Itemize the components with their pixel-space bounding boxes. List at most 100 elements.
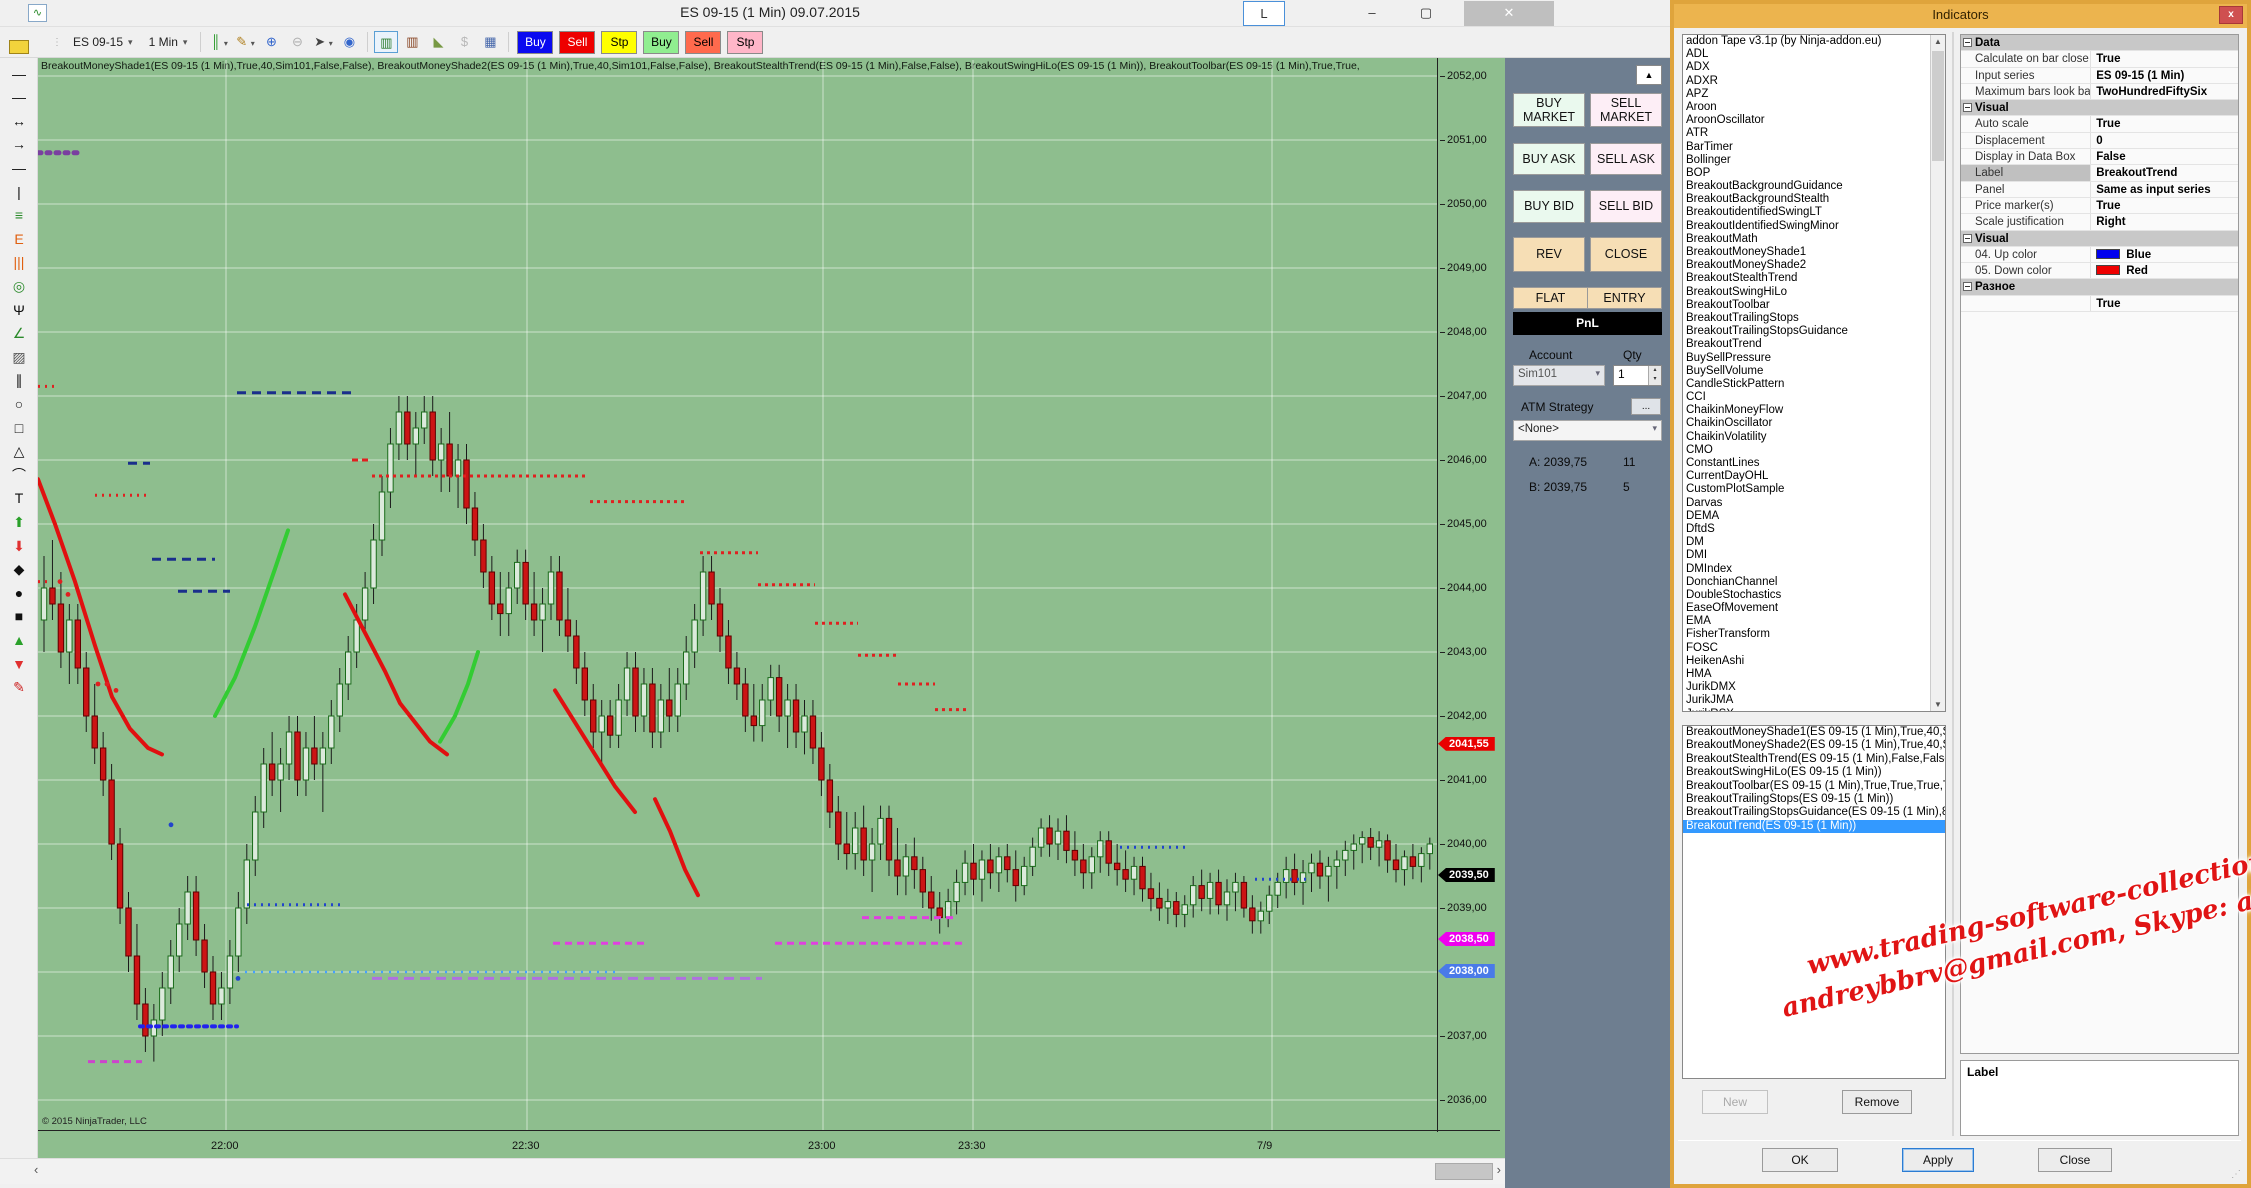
triangle-down-icon[interactable]: ▼ [7, 654, 31, 676]
indicator-list-item[interactable]: BreakoutBackgroundStealth [1683, 193, 1945, 206]
indicator-list-item[interactable]: BuySellPressure [1683, 352, 1945, 365]
atm-more-button[interactable]: ... [1631, 398, 1661, 415]
ellipse-icon[interactable]: ○ [7, 394, 31, 416]
interval-selector[interactable]: 1 Min ▾ [143, 33, 194, 51]
entry-button[interactable]: ENTRY [1587, 287, 1662, 309]
buy-market-button[interactable]: BUY MARKET [1513, 93, 1585, 127]
scrollbar-thumb[interactable] [1435, 1163, 1493, 1180]
fibonacci-extension-icon[interactable]: E [7, 229, 31, 251]
property-row[interactable]: LabelBreakoutTrend [1961, 165, 2238, 181]
indicator-list-item[interactable]: CMO [1683, 444, 1945, 457]
buy-ask-button[interactable]: BUY ASK [1513, 143, 1585, 175]
configured-indicator-item[interactable]: BreakoutTrend(ES 09-15 (1 Min)) [1683, 820, 1945, 833]
indicator-list[interactable]: addon Tape v3.1p (by Ninja-addon.eu)ADLA… [1682, 34, 1946, 712]
property-row[interactable]: Scale justificationRight [1961, 214, 2238, 230]
indicator-list-item[interactable]: Bollinger [1683, 154, 1945, 167]
indicator-list-item[interactable]: DonchianChannel [1683, 576, 1945, 589]
property-row[interactable]: Auto scaleTrue [1961, 116, 2238, 132]
bars-panel-icon[interactable]: ▥ [400, 31, 424, 53]
indicator-list-item[interactable]: BreakoutMath [1683, 233, 1945, 246]
indicator-list-item[interactable]: CurrentDayOHL [1683, 470, 1945, 483]
sell-bid-button[interactable]: SELL BID [1590, 190, 1662, 223]
close-dialog-button[interactable]: Close [2038, 1148, 2112, 1172]
indicator-list-item[interactable]: DM [1683, 536, 1945, 549]
indicator-list-item[interactable]: ADL [1683, 48, 1945, 61]
cursor-icon[interactable]: ➤ ▾ [311, 31, 335, 53]
sell-market-button[interactable]: SELL MARKET [1590, 93, 1662, 127]
property-row[interactable]: Display in Data BoxFalse [1961, 149, 2238, 165]
panel-splitter[interactable] [1952, 32, 1954, 1136]
parallel-channel-icon[interactable]: ∥ [7, 370, 31, 392]
triangle-icon[interactable]: △ [7, 441, 31, 463]
fibonacci-time-icon[interactable]: ||| [7, 252, 31, 274]
property-row[interactable]: 04. Up colorBlue [1961, 247, 2238, 263]
text-icon[interactable]: T [7, 488, 31, 510]
gann-fan-icon[interactable]: ∠ [7, 323, 31, 345]
indicator-list-item[interactable]: Darvas [1683, 497, 1945, 510]
indicator-list-item[interactable]: DftdS [1683, 523, 1945, 536]
configured-indicators-list[interactable]: BreakoutMoneyShade1(ES 09-15 (1 Min),Tru… [1682, 725, 1946, 1079]
vertical-line-icon[interactable]: | [7, 182, 31, 204]
configured-indicator-item[interactable]: BreakoutToolbar(ES 09-15 (1 Min),True,Tr… [1683, 780, 1945, 793]
dollar-icon[interactable]: $ [452, 31, 476, 53]
rectangle-icon[interactable]: □ [7, 418, 31, 440]
indicator-list-item[interactable]: BreakoutStealthTrend [1683, 272, 1945, 285]
quantity-stepper[interactable]: 1 ▴▾ [1613, 365, 1662, 386]
indicator-list-item[interactable]: BreakoutTrailingStopsGuidance [1683, 325, 1945, 338]
ok-button[interactable]: OK [1762, 1148, 1838, 1172]
fibonacci-circle-icon[interactable]: ◎ [7, 276, 31, 298]
horizontal-line-icon[interactable]: — [7, 158, 31, 180]
regression-channel-icon[interactable]: ▨ [7, 347, 31, 369]
indicator-list-item[interactable]: BreakoutTrend [1683, 338, 1945, 351]
quick-buy-button[interactable]: Buy [643, 31, 679, 54]
flat-button[interactable]: FLAT [1513, 287, 1588, 309]
indicator-list-item[interactable]: JurikRSX [1683, 708, 1945, 712]
indicator-list-item[interactable]: CCI [1683, 391, 1945, 404]
maximize-button[interactable]: ▢ [1406, 1, 1446, 26]
property-section-header[interactable]: Разное [1961, 279, 2238, 295]
new-button[interactable]: New [1702, 1090, 1768, 1114]
arc-icon[interactable]: ⌒ [7, 465, 31, 487]
indicator-list-scrollbar[interactable]: ▲ ▼ [1930, 35, 1945, 711]
property-row[interactable]: Maximum bars look baTwoHundredFiftySix [1961, 84, 2238, 100]
indicator-list-item[interactable]: APZ [1683, 88, 1945, 101]
indicator-list-item[interactable]: ChaikinOscillator [1683, 417, 1945, 430]
indicator-list-item[interactable]: Aroon [1683, 101, 1945, 114]
arrow-down-icon[interactable]: ⬇ [7, 536, 31, 558]
property-row[interactable]: 05. Down colorRed [1961, 263, 2238, 279]
atm-strategy-select[interactable]: <None> ▾ [1513, 420, 1662, 441]
property-row[interactable]: True [1961, 296, 2238, 312]
buy-bid-button[interactable]: BUY BID [1513, 190, 1585, 223]
indicator-list-item[interactable]: DMI [1683, 549, 1945, 562]
property-section-header[interactable]: Visual [1961, 100, 2238, 116]
configured-indicator-item[interactable]: BreakoutStealthTrend(ES 09-15 (1 Min),Fa… [1683, 753, 1945, 766]
arrow-line-icon[interactable]: → [7, 134, 31, 156]
zoom-in-icon[interactable]: ⊕ [259, 31, 283, 53]
resize-grip[interactable]: ⋰ [2231, 1169, 2241, 1180]
ruler-icon[interactable] [9, 40, 29, 54]
indicator-list-item[interactable]: BreakoutToolbar [1683, 299, 1945, 312]
indicator-list-item[interactable]: HMA [1683, 668, 1945, 681]
rev-button[interactable]: REV [1513, 237, 1585, 272]
property-row[interactable]: Price marker(s)True [1961, 198, 2238, 214]
property-row[interactable]: Calculate on bar closeTrue [1961, 51, 2238, 67]
indicator-list-item[interactable]: ATR [1683, 127, 1945, 140]
layout-button[interactable]: L [1243, 1, 1285, 26]
scrollbar-thumb[interactable] [1932, 51, 1944, 161]
collapse-panel-button[interactable]: ▲ [1636, 65, 1662, 85]
indicator-list-item[interactable]: DoubleStochastics [1683, 589, 1945, 602]
indicator-list-item[interactable]: ChaikinMoneyFlow [1683, 404, 1945, 417]
indicator-list-item[interactable]: BreakoutTrailingStops [1683, 312, 1945, 325]
configured-indicator-item[interactable]: BreakoutSwingHiLo(ES 09-15 (1 Min)) [1683, 766, 1945, 779]
property-row[interactable]: Displacement0 [1961, 133, 2238, 149]
indicator-list-item[interactable]: ADX [1683, 61, 1945, 74]
zoom-out-icon[interactable]: ⊖ [285, 31, 309, 53]
apply-button[interactable]: Apply [1902, 1148, 1974, 1172]
property-grid[interactable]: DataCalculate on bar closeTrueInput seri… [1960, 34, 2239, 1054]
dot-icon[interactable]: ● [7, 583, 31, 605]
indicator-list-item[interactable]: BreakoutMoneyShade1 [1683, 246, 1945, 259]
minimize-button[interactable]: – [1352, 1, 1392, 26]
extended-line-icon[interactable]: ↔ [7, 111, 31, 133]
property-section-header[interactable]: Visual [1961, 231, 2238, 247]
quick-stp-button[interactable]: Stp [727, 31, 763, 54]
